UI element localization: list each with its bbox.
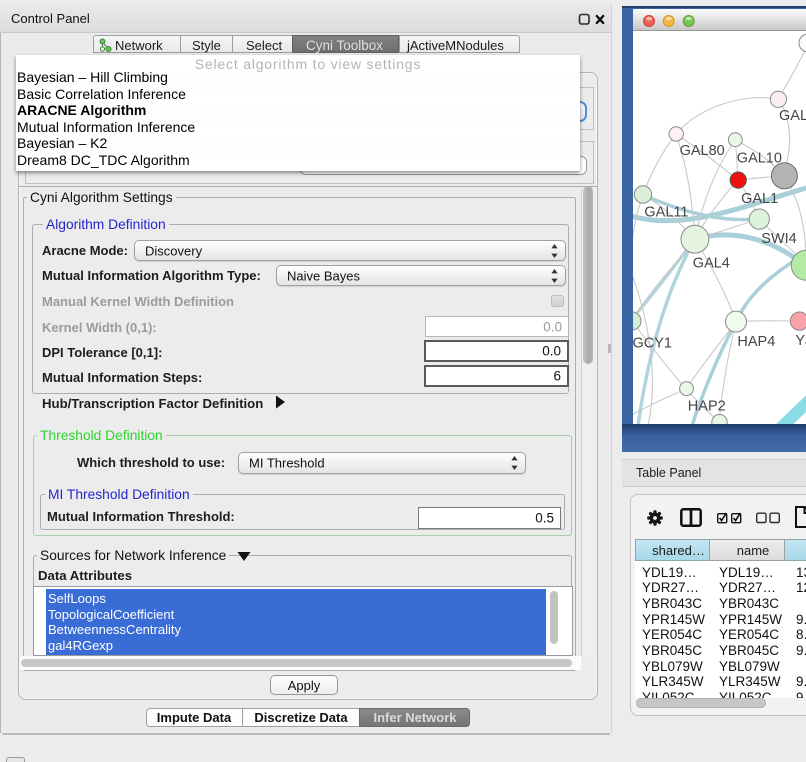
svg-text:GAL80: GAL80 [680, 143, 725, 159]
svg-text:GAL11: GAL11 [644, 205, 688, 221]
svg-text:HAP4: HAP4 [737, 334, 775, 350]
svg-text:SWI4: SWI4 [761, 231, 796, 247]
svg-text:GCY1: GCY1 [633, 335, 672, 351]
svg-text:GAL10: GAL10 [737, 151, 782, 167]
svg-text:YJR: YJR [795, 333, 806, 349]
svg-text:GAL4: GAL4 [693, 256, 730, 272]
svg-text:GAL1: GAL1 [741, 191, 778, 207]
svg-text:HAP2: HAP2 [688, 399, 726, 415]
svg-text:GAL7: GAL7 [779, 108, 806, 124]
